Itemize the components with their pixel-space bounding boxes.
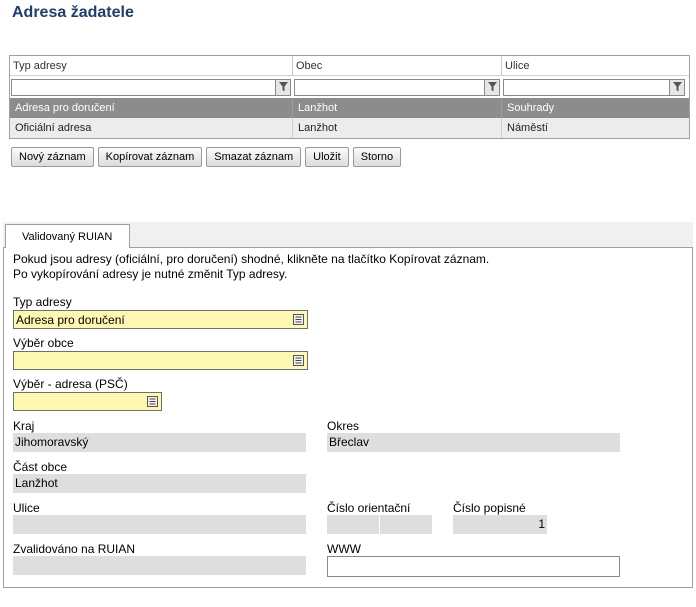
ulice-label: Ulice <box>13 501 40 515</box>
okres-field: Břeclav <box>327 433 620 452</box>
cislo-popisne-field: 1 <box>453 515 547 534</box>
column-header-ulice[interactable]: Ulice <box>502 56 689 75</box>
cislo-orientacni-suffix-field <box>380 515 432 534</box>
zvalidovano-field <box>13 556 306 575</box>
cell-typ-adresy: Oficiální adresa <box>10 118 293 138</box>
www-label: WWW <box>327 542 361 556</box>
cancel-button[interactable]: Storno <box>352 147 402 167</box>
cislo-orientacni-label: Číslo orientační <box>327 501 411 515</box>
filter-input-ulice[interactable] <box>503 78 670 96</box>
list-lookup-icon[interactable] <box>293 355 304 366</box>
table-row[interactable]: Adresa pro doručení Lanžhot Souhrady <box>10 98 689 118</box>
filter-icon <box>487 82 497 92</box>
vyber-obce-field[interactable] <box>13 351 308 370</box>
typ-adresy-field[interactable]: Adresa pro doručení <box>13 310 308 329</box>
cell-obec: Lanžhot <box>293 98 502 118</box>
record-toolbar: Nový záznam Kopírovat záznam Smazat zázn… <box>11 147 402 167</box>
column-header-typ-adresy[interactable]: Typ adresy <box>10 56 293 75</box>
tab-strip: Validovaný RUIAN <box>3 222 693 248</box>
filter-row <box>10 76 689 98</box>
cell-ulice: Souhrady <box>507 102 555 114</box>
list-lookup-icon[interactable] <box>293 314 304 325</box>
filter-button-obec[interactable] <box>485 78 500 96</box>
cast-obce-label: Část obce <box>13 460 68 474</box>
filter-icon <box>278 82 288 92</box>
zvalidovano-label: Zvalidováno na RUIAN <box>13 542 136 556</box>
filter-icon <box>672 82 682 92</box>
typ-adresy-value: Adresa pro doručení <box>16 313 125 327</box>
column-header-obec[interactable]: Obec <box>293 56 502 75</box>
cislo-popisne-label: Číslo popisné <box>453 501 526 515</box>
filter-cell-typ-adresy <box>10 78 293 96</box>
address-grid: Typ adresy Obec Ulice Adresa pro doručen… <box>9 55 690 139</box>
okres-label: Okres <box>327 419 360 433</box>
copy-record-button[interactable]: Kopírovat záznam <box>97 147 203 167</box>
page-title: Adresa žadatele <box>12 4 134 21</box>
vyber-adresa-label: Výběr - adresa (PSČ) <box>13 377 128 391</box>
cell-obec: Lanžhot <box>293 118 502 138</box>
table-row[interactable]: Oficiální adresa Lanžhot Náměstí <box>10 118 689 138</box>
typ-adresy-label: Typ adresy <box>13 295 72 309</box>
list-lookup-icon[interactable] <box>147 396 158 407</box>
vyber-adresa-field[interactable] <box>13 392 162 411</box>
grid-header: Typ adresy Obec Ulice <box>10 56 689 76</box>
delete-record-button[interactable]: Smazat záznam <box>206 147 302 167</box>
filter-input-typ-adresy[interactable] <box>11 78 276 96</box>
www-field[interactable] <box>327 556 620 577</box>
copy-hint-text-2: Po vykopírování adresy je nutné změnit T… <box>13 267 288 281</box>
save-button[interactable]: Uložit <box>305 147 349 167</box>
copy-hint-text: Pokud jsou adresy (oficiální, pro doruče… <box>13 252 490 266</box>
kraj-field: Jihomoravský <box>13 433 306 452</box>
filter-input-obec[interactable] <box>294 78 485 96</box>
new-record-button[interactable]: Nový záznam <box>11 147 94 167</box>
vyber-obce-label: Výběr obce <box>13 336 74 350</box>
filter-button-typ-adresy[interactable] <box>276 78 291 96</box>
cell-typ-adresy: Adresa pro doručení <box>10 98 293 118</box>
ulice-field <box>13 515 306 534</box>
tab-validovany-ruian[interactable]: Validovaný RUIAN <box>5 224 130 248</box>
kraj-label: Kraj <box>13 419 35 433</box>
filter-cell-obec <box>293 78 502 96</box>
cell-ulice: Náměstí <box>507 122 548 134</box>
filter-cell-ulice <box>502 78 689 96</box>
cast-obce-field: Lanžhot <box>13 474 306 493</box>
cislo-orientacni-field <box>327 515 379 534</box>
filter-button-ulice[interactable] <box>670 78 685 96</box>
tab-panel: Pokud jsou adresy (oficiální, pro doruče… <box>3 248 693 588</box>
